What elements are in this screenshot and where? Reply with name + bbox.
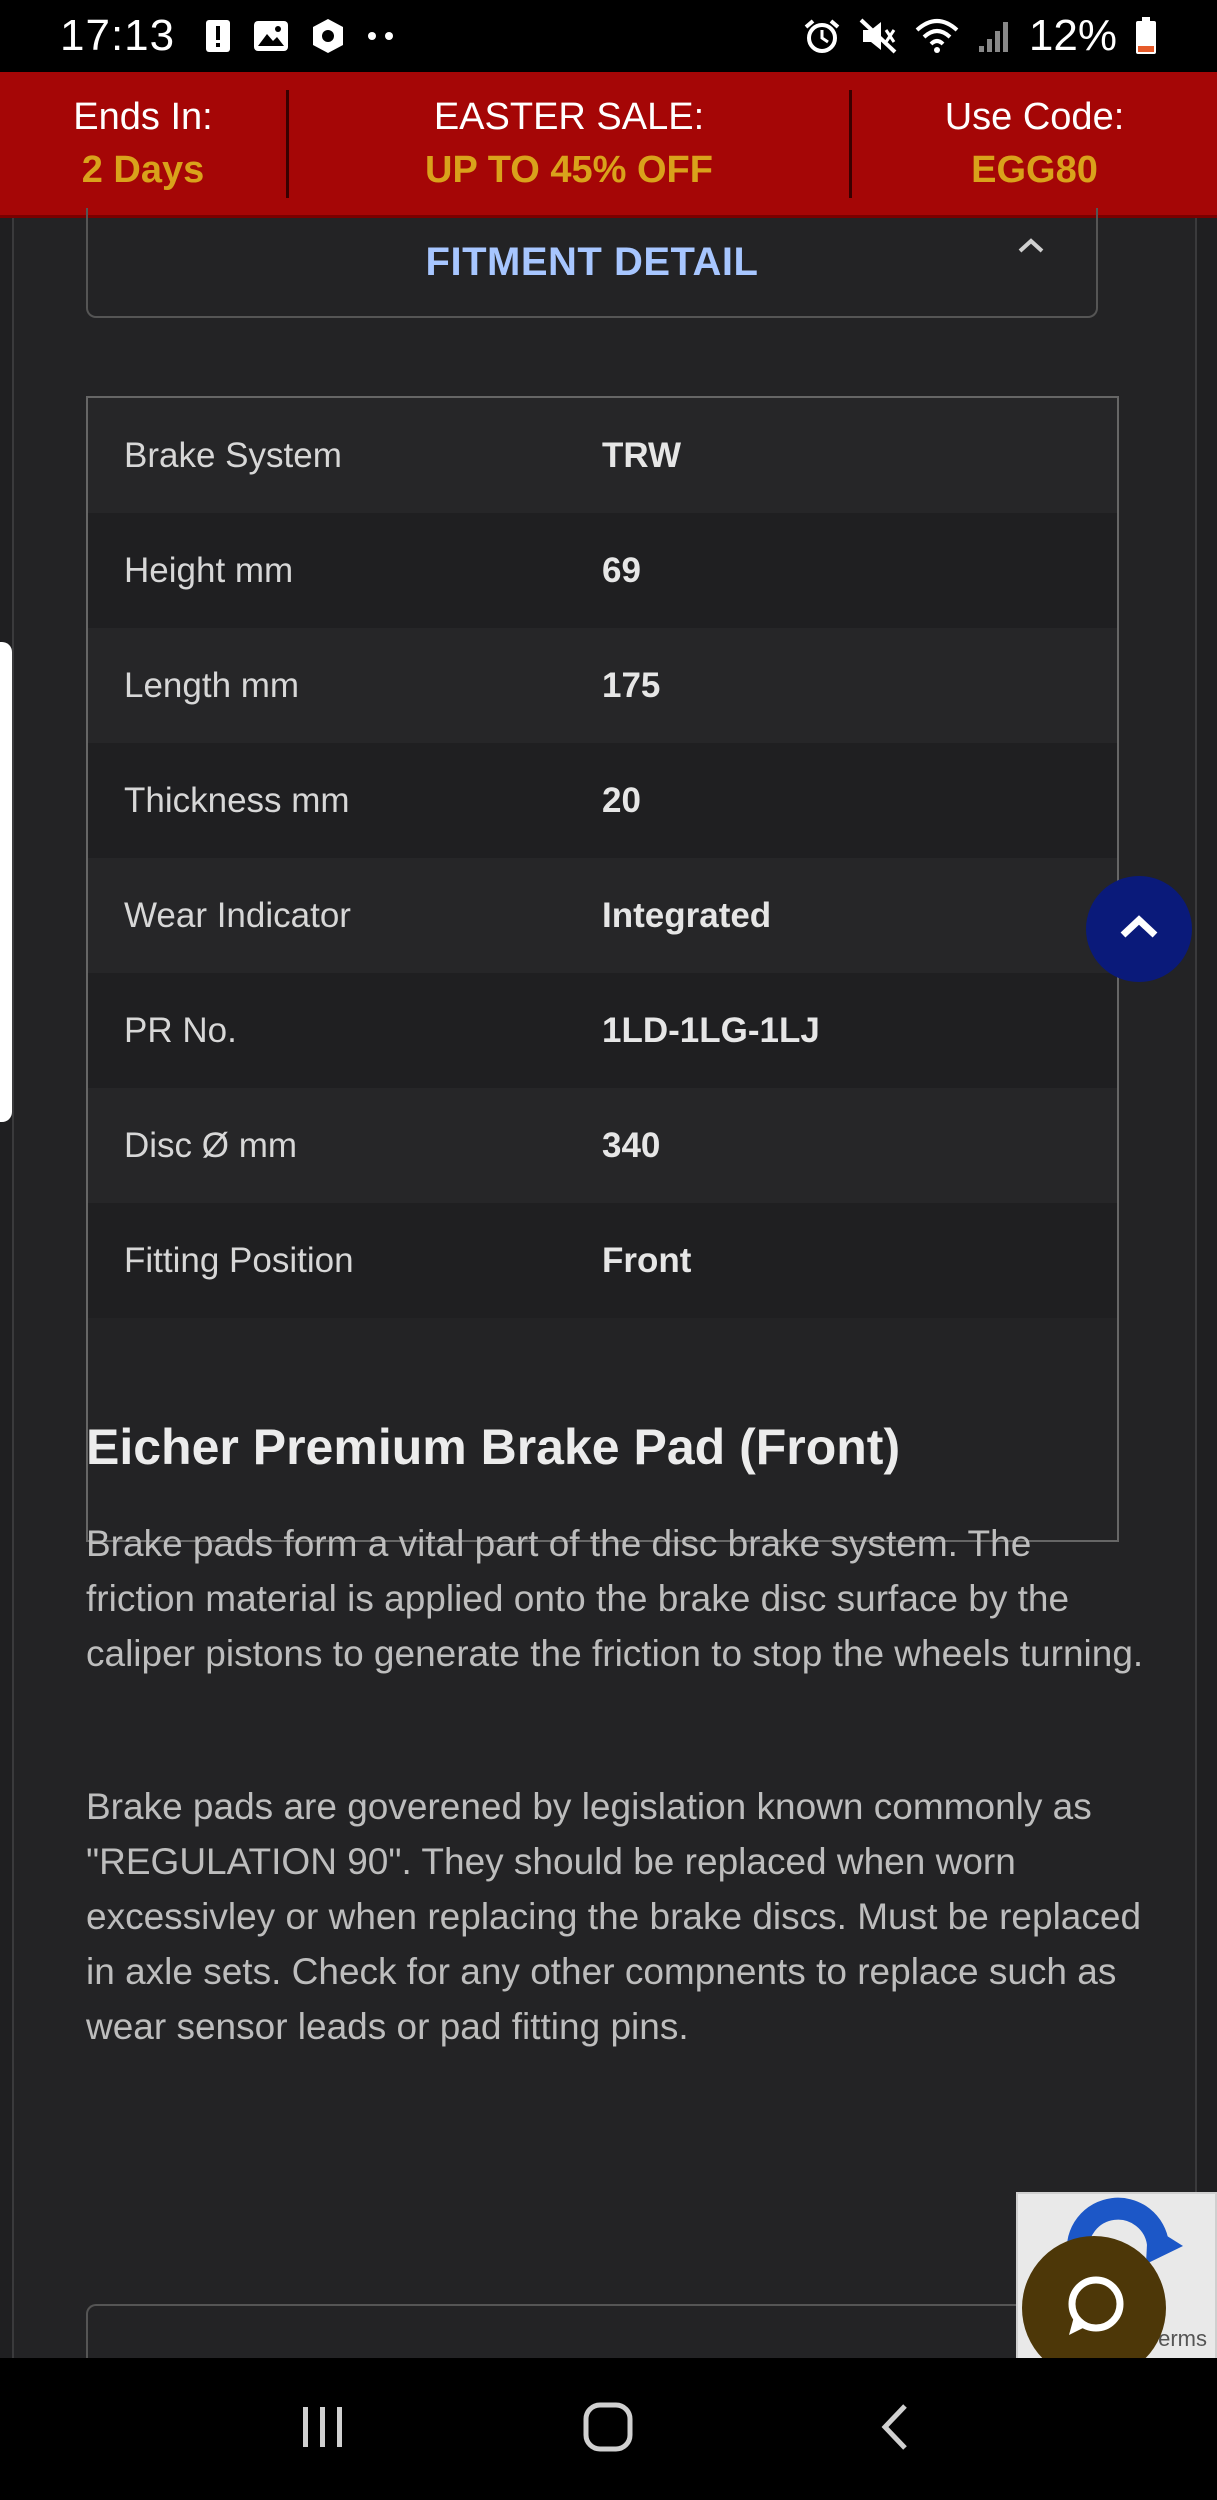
recent-apps-button[interactable] — [278, 2384, 368, 2474]
image-icon — [253, 20, 289, 52]
product-description-title: Eicher Premium Brake Pad (Front) — [86, 1419, 901, 1475]
spec-value: 340 — [602, 1125, 661, 1165]
promo-ends-label: Ends In: — [73, 95, 213, 138]
wifi-icon — [915, 18, 959, 54]
edge-panel-handle[interactable] — [0, 642, 12, 1122]
chat-bubble-icon — [1061, 2273, 1127, 2344]
table-row: Height mm 69 — [88, 513, 1117, 628]
recaptcha-terms-link[interactable]: erms — [1158, 2326, 1207, 2352]
chevron-up-icon — [1118, 913, 1160, 946]
table-row: Length mm 175 — [88, 628, 1117, 743]
status-bar: 17:13 12% — [0, 0, 1217, 72]
alert-icon — [205, 19, 231, 53]
back-button[interactable] — [849, 2384, 939, 2474]
status-left-icons — [205, 18, 397, 54]
chevron-up-icon[interactable] — [1016, 236, 1046, 261]
promo-code: Use Code: EGG80 — [852, 72, 1217, 215]
description-paragraph: Brake pads form a vital part of the disc… — [86, 1523, 1144, 1674]
home-button[interactable] — [563, 2384, 653, 2474]
page-content: FITMENT DETAIL Brake System TRW Height m… — [0, 208, 1217, 2384]
promo-code-label: Use Code: — [944, 95, 1125, 138]
recent-apps-icon — [299, 2405, 347, 2454]
alarm-icon — [803, 18, 841, 54]
status-right-icons: 12% — [803, 11, 1157, 61]
spec-label: Disc Ø mm — [124, 1125, 298, 1165]
spec-value: Integrated — [602, 895, 772, 935]
table-row: Disc Ø mm 340 — [88, 1088, 1117, 1203]
battery-percent: 12% — [1028, 11, 1117, 60]
spec-label: Brake System — [124, 435, 342, 475]
spec-value: TRW — [602, 435, 682, 475]
spec-label: Height mm — [124, 550, 294, 590]
shield-app-icon — [311, 18, 345, 54]
spec-value: 175 — [602, 665, 661, 705]
spec-label: Wear Indicator — [124, 895, 351, 935]
promo-ends: Ends In: 2 Days — [0, 72, 286, 215]
back-icon — [877, 2402, 911, 2457]
promo-sale-value: UP TO 45% OFF — [425, 148, 713, 191]
table-row: Thickness mm 20 — [88, 743, 1117, 858]
promo-banner[interactable]: Ends In: 2 Days EASTER SALE: UP TO 45% O… — [0, 72, 1217, 218]
promo-ends-value: 2 Days — [81, 148, 205, 191]
table-row: Brake System TRW — [88, 398, 1117, 513]
system-nav-bar — [0, 2358, 1217, 2500]
spec-table: Brake System TRW Height mm 69 Length mm … — [86, 396, 1119, 1542]
fitment-detail-title: FITMENT DETAIL — [425, 239, 759, 284]
table-row: PR No. 1LD-1LG-1LJ — [88, 973, 1117, 1088]
promo-code-value: EGG80 — [971, 148, 1098, 191]
signal-icon — [977, 18, 1011, 54]
promo-sale: EASTER SALE: UP TO 45% OFF — [289, 72, 849, 215]
table-row: Fitting Position Front — [88, 1203, 1117, 1318]
spec-value: Front — [602, 1240, 692, 1280]
spec-label: PR No. — [124, 1010, 237, 1050]
status-time: 17:13 — [60, 11, 176, 60]
scroll-to-top-button[interactable] — [1086, 876, 1192, 982]
spec-label: Thickness mm — [124, 780, 350, 820]
description-paragraph: Brake pads are goverened by legislation … — [86, 1786, 1142, 2047]
spec-label: Fitting Position — [124, 1240, 354, 1280]
more-dots-icon — [367, 31, 397, 41]
table-row: Wear Indicator Integrated — [88, 858, 1117, 973]
spec-value: 20 — [602, 780, 641, 820]
spec-value: 1LD-1LG-1LJ — [602, 1010, 820, 1050]
home-icon — [582, 2401, 634, 2458]
spec-label: Length mm — [124, 665, 300, 705]
promo-sale-label: EASTER SALE: — [433, 95, 705, 138]
spec-value: 69 — [602, 550, 641, 590]
mute-icon — [859, 18, 897, 54]
fitment-detail-toggle[interactable]: FITMENT DETAIL — [86, 208, 1098, 318]
battery-icon — [1135, 17, 1157, 55]
